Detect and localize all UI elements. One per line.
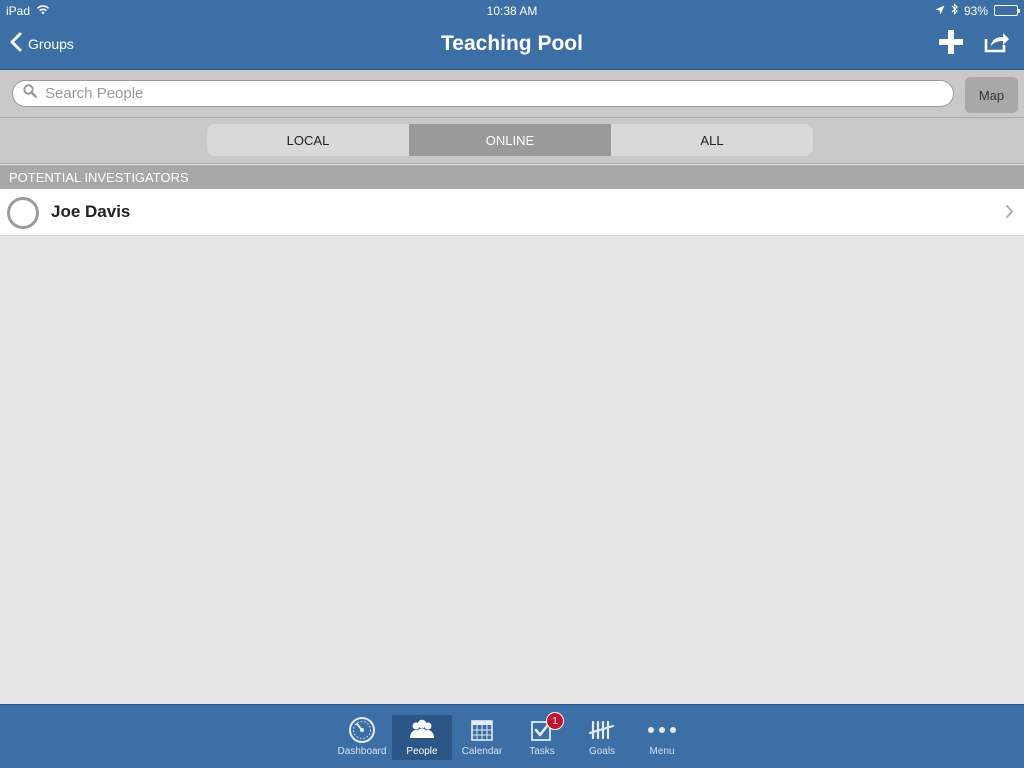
filter-bar: LOCAL ONLINE ALL	[0, 118, 1024, 164]
people-icon	[407, 717, 437, 743]
search-icon	[23, 84, 37, 103]
tab-tasks[interactable]: 1 Tasks	[512, 712, 572, 760]
tab-label: Goals	[588, 746, 616, 757]
back-button[interactable]: Groups	[10, 32, 74, 55]
goals-icon	[587, 717, 617, 743]
search-bar: Map	[0, 69, 1024, 118]
plus-icon	[938, 29, 964, 60]
search-field[interactable]	[12, 80, 954, 107]
chevron-right-icon	[1005, 204, 1014, 224]
menu-icon	[647, 717, 677, 743]
page-title: Teaching Pool	[441, 32, 583, 55]
dashboard-icon	[347, 717, 377, 743]
tab-dashboard[interactable]: Dashboard	[332, 715, 392, 760]
tab-people[interactable]: People	[392, 715, 452, 760]
tab-label: Menu	[649, 746, 675, 757]
bluetooth-icon	[951, 3, 958, 18]
section-header: POTENTIAL INVESTIGATORS	[0, 165, 1024, 189]
segment-all[interactable]: ALL	[611, 124, 813, 156]
tab-label: Calendar	[461, 746, 503, 757]
status-right: 93%	[935, 3, 1020, 18]
tab-calendar[interactable]: Calendar	[452, 715, 512, 760]
back-label: Groups	[28, 35, 74, 52]
status-bar: iPad 10:38 AM 93%	[0, 0, 1024, 20]
tab-bar: Dashboard People Calendar 1 Tasks Goals …	[0, 704, 1024, 768]
segment-online[interactable]: ONLINE	[409, 124, 611, 156]
location-icon	[935, 4, 945, 18]
battery-percent: 93%	[963, 3, 988, 18]
calendar-icon	[467, 717, 497, 743]
tab-bar-items: Dashboard People Calendar 1 Tasks Goals …	[332, 712, 692, 760]
map-button[interactable]: Map	[965, 77, 1018, 113]
selection-circle-icon[interactable]	[7, 197, 39, 229]
segmented-control: LOCAL ONLINE ALL	[207, 124, 813, 156]
tab-label: Dashboard	[337, 746, 387, 757]
tab-menu[interactable]: Menu	[632, 715, 692, 760]
battery-icon	[994, 5, 1020, 16]
chevron-left-icon	[10, 32, 22, 55]
share-button[interactable]	[982, 29, 1012, 59]
navigation-bar: Groups Teaching Pool	[0, 20, 1024, 69]
person-name: Joe Davis	[51, 202, 131, 221]
status-time: 10:38 AM	[486, 4, 538, 18]
list-item[interactable]: Joe Davis	[0, 189, 1024, 236]
tasks-badge: 1	[546, 712, 564, 730]
nav-actions	[936, 29, 1012, 59]
add-button[interactable]	[936, 29, 966, 59]
top-bar: iPad 10:38 AM 93% Groups Teaching Pool	[0, 0, 1024, 69]
segment-local[interactable]: LOCAL	[207, 124, 409, 156]
tab-label: Tasks	[529, 746, 555, 757]
tab-goals[interactable]: Goals	[572, 715, 632, 760]
share-icon	[984, 31, 1010, 58]
search-input[interactable]	[45, 85, 925, 102]
tab-label: People	[406, 746, 438, 757]
